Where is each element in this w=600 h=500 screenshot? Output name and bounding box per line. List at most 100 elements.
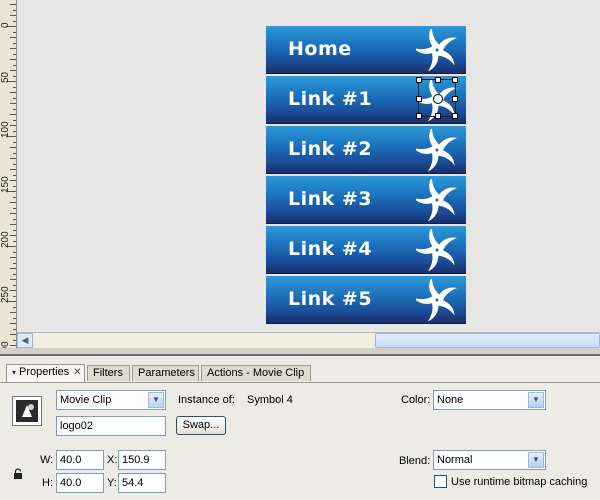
ruler-tick [13,196,16,198]
selection-bounding-box[interactable] [416,77,458,119]
chevron-down-icon[interactable]: ▼ [528,392,544,408]
ruler-tick [13,97,16,99]
ruler-tick [10,37,16,38]
menu-button-link-3[interactable]: Link #3 [266,176,466,224]
ruler-tick [10,92,16,93]
horizontal-scrollbar[interactable]: ◀ [17,332,600,348]
ruler-tick [13,152,16,154]
menu-button-label: Link #5 [288,288,373,310]
chevron-down-icon[interactable]: ▼ [148,392,164,408]
ruler-tick [10,323,16,324]
bitmap-caching-label: Use runtime bitmap caching [451,476,588,488]
ruler-tick [10,334,16,335]
ruler-tick [10,257,16,258]
y-label: Y: [107,477,117,489]
button-menu: Home Link #1 Link #2 Link #3 Link #4 Link #5 [266,26,466,326]
ruler-tick [10,279,16,280]
ruler-label: 300 [0,341,11,348]
blend-select[interactable]: Normal ▼ [433,450,546,470]
menu-button-link-2[interactable]: Link #2 [266,126,466,174]
ruler-tick [13,20,16,22]
chevron-down-icon[interactable]: ▼ [528,452,544,468]
ruler-tick [10,312,16,313]
bitmap-caching-checkbox[interactable] [434,475,447,488]
ruler-tick [13,207,16,209]
ruler-tick [10,114,16,115]
tab-actions-movie-clip[interactable]: Actions - Movie Clip [201,365,311,381]
ruler-tick [10,48,16,49]
y-field[interactable]: 54.4 [118,473,166,493]
resize-handle[interactable] [452,96,458,102]
resize-handle[interactable] [416,113,422,119]
ruler-label: 150 [0,176,11,193]
ruler-tick [10,15,16,16]
movie-clip-symbol-icon [12,396,42,426]
ruler-label: 50 [0,71,11,83]
collapse-arrow-icon[interactable]: ▾ [12,368,16,377]
ruler-tick [13,306,16,308]
resize-handle[interactable] [435,113,441,119]
resize-handle[interactable] [435,77,441,83]
ruler-tick [13,64,16,66]
swirl-logo-icon[interactable] [413,177,458,222]
x-label: X: [107,454,118,466]
resize-handle[interactable] [416,96,422,102]
swirl-logo-icon[interactable] [413,27,458,72]
menu-button-link-5[interactable]: Link #5 [266,276,466,324]
ruler-tick [13,339,16,341]
properties-panel: ▾ Properties ✕ Filters Parameters Actions … [0,356,600,500]
panel-tabs: ▾ Properties ✕ Filters Parameters Actions … [0,364,600,383]
ruler-tick [13,229,16,231]
ruler-tick [10,169,16,170]
ruler-tick [10,158,16,159]
ruler-tick [13,119,16,121]
close-icon[interactable]: ✕ [73,367,81,378]
ruler-tick [13,42,16,44]
panel-splitter[interactable] [0,348,600,356]
tab-filters[interactable]: Filters [87,365,130,381]
color-label: Color: [401,394,431,406]
menu-button-label: Link #1 [288,88,373,110]
ruler-label: 0 [0,22,11,28]
tab-parameters[interactable]: Parameters [132,365,199,381]
ruler-tick [13,53,16,55]
height-label: H: [42,477,53,489]
scroll-left-arrow-icon[interactable]: ◀ [17,333,33,348]
swirl-logo-icon[interactable] [413,227,458,272]
swirl-logo-icon[interactable] [413,277,458,322]
x-field[interactable]: 150.9 [118,450,166,470]
resize-handle[interactable] [452,113,458,119]
scrollbar-thumb[interactable] [375,333,600,348]
symbol-type-select[interactable]: Movie Clip ▼ [56,390,166,410]
ruler-tick [13,273,16,275]
lock-icon[interactable] [13,468,23,480]
ruler-tick [13,9,16,11]
color-select[interactable]: None ▼ [433,390,546,410]
swirl-logo-icon[interactable] [413,127,458,172]
menu-button-label: Link #2 [288,138,373,160]
swap-button[interactable]: Swap... [176,416,226,435]
tab-label: Properties [19,366,70,378]
resize-handle[interactable] [452,77,458,83]
ruler-tick [13,31,16,33]
color-value: None [437,394,464,406]
ruler-tick [13,75,16,77]
instance-name-field[interactable]: logo02 [56,416,166,436]
tab-label: Filters [93,367,123,379]
stage[interactable]: Home Link #1 Link #2 Link #3 Link #4 Link #5 [17,0,600,332]
ruler-tick [10,147,16,148]
resize-handle[interactable] [416,77,422,83]
tab-label: Actions - Movie Clip [207,367,305,379]
height-field[interactable]: 40.0 [56,473,104,493]
registration-point-icon [433,94,443,104]
width-field[interactable]: 40.0 [56,450,104,470]
menu-button-home[interactable]: Home [266,26,466,74]
ruler-tick [13,295,16,297]
ruler-tick [13,163,16,165]
ruler-tick [13,218,16,220]
tab-properties[interactable]: ▾ Properties ✕ [6,364,85,382]
instance-of-label: Instance of: [178,394,235,406]
ruler-tick [13,262,16,264]
menu-button-link-4[interactable]: Link #4 [266,226,466,274]
ruler-label: 100 [0,121,11,138]
